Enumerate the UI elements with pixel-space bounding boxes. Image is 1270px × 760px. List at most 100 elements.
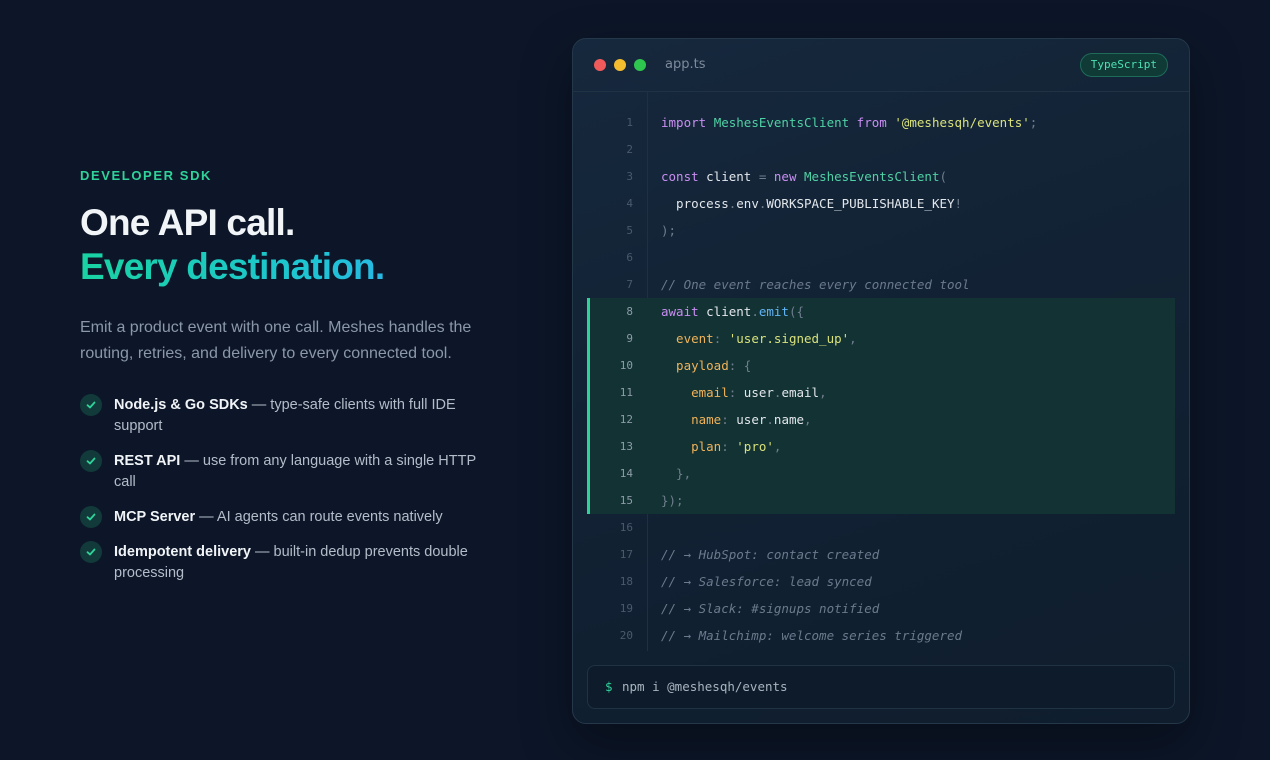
editor-titlebar: app.ts TypeScript	[573, 39, 1189, 92]
code-token: email	[661, 385, 729, 400]
code-text: const client = new MeshesEventsClient(	[661, 163, 947, 190]
code-line: 18 // → Salesforce: lead synced	[573, 568, 1189, 595]
code-token: const	[661, 169, 707, 184]
code-text: // → Slack: #signups notified	[661, 595, 879, 622]
line-number: 18	[619, 575, 633, 588]
code-text: email: user.email,	[661, 379, 827, 406]
line-number: 19	[619, 602, 633, 615]
code-token: ,	[819, 385, 827, 400]
code-token: // One event reaches every connected too…	[661, 277, 970, 292]
feature-item: Idempotent delivery — built-in dedup pre…	[80, 541, 510, 584]
check-icon	[80, 450, 102, 472]
line-number: 12	[619, 413, 633, 426]
install-command[interactable]: npm i @meshesqh/events	[622, 679, 788, 694]
feature-title: Idempotent delivery	[114, 544, 251, 560]
code-token: emit	[758, 304, 789, 319]
line-number: 8	[626, 305, 633, 318]
feature-title: Node.js & Go SDKs	[114, 397, 248, 413]
code-token: ,	[849, 331, 857, 346]
code-line: 7 // One event reaches every connected to…	[573, 271, 1189, 298]
code-token: env	[736, 196, 759, 211]
line-number: 6	[626, 251, 633, 264]
minimize-dot-icon[interactable]	[614, 59, 626, 71]
code-token: });	[661, 493, 684, 508]
hero-title: One API call. Every destination.	[80, 201, 510, 289]
code-token: user	[743, 385, 774, 400]
code-token: : {	[728, 358, 752, 373]
code-area: 1 import MeshesEventsClient from '@meshes…	[573, 109, 1189, 649]
code-token: plan	[661, 439, 722, 454]
hero-section: DEVELOPER SDK One API call. Every destin…	[80, 168, 510, 598]
code-text: // → Mailchimp: welcome series triggered	[661, 622, 962, 649]
code-token: );	[661, 223, 677, 238]
code-text: payload: {	[661, 352, 751, 379]
feature-list: Node.js & Go SDKs — type-safe clients wi…	[80, 394, 510, 584]
code-text: },	[661, 460, 691, 487]
line-number: 10	[619, 359, 633, 372]
line-number: 3	[626, 170, 633, 183]
line-number: 15	[619, 494, 633, 507]
code-token: client	[706, 304, 752, 319]
code-line: 14 },	[573, 460, 1189, 487]
code-line: 2	[573, 136, 1189, 163]
code-token: email	[781, 385, 820, 400]
code-line: 4 process.env.WORKSPACE_PUBLISHABLE_KEY!	[573, 190, 1189, 217]
code-text: name: user.name,	[661, 406, 812, 433]
hero-title-line1: One API call.	[80, 202, 295, 243]
hero-title-line2: Every destination.	[80, 245, 510, 289]
code-token: // → HubSpot: contact created	[661, 547, 880, 562]
line-number: 4	[626, 197, 633, 210]
line-number: 2	[626, 143, 633, 156]
code-token: new	[773, 169, 805, 184]
code-editor-window: app.ts TypeScript 1 import MeshesEventsCl…	[572, 38, 1190, 724]
code-token: 'pro'	[736, 439, 774, 454]
code-text: // One event reaches every connected too…	[661, 271, 970, 298]
code-token: MeshesEventsClient	[713, 115, 850, 130]
feature-item: MCP Server — AI agents can route events …	[80, 506, 510, 528]
code-token: WORKSPACE_PUBLISHABLE_KEY	[766, 196, 955, 211]
feature-text: Node.js & Go SDKs — type-safe clients wi…	[114, 395, 494, 437]
code-token: (	[939, 169, 948, 184]
maximize-dot-icon[interactable]	[634, 59, 646, 71]
code-token: ,	[804, 412, 812, 427]
code-token: // → Slack: #signups notified	[661, 601, 880, 616]
code-line: 19 // → Slack: #signups notified	[573, 595, 1189, 622]
code-line: 3 const client = new MeshesEventsClient(	[573, 163, 1189, 190]
code-token: // → Mailchimp: welcome series triggered	[661, 628, 963, 643]
code-text: // → HubSpot: contact created	[661, 541, 879, 568]
code-text: );	[661, 217, 676, 244]
line-number: 16	[619, 521, 633, 534]
code-text: plan: 'pro',	[661, 433, 781, 460]
code-token: payload	[661, 358, 729, 373]
code-token: from	[849, 115, 895, 130]
code-line: 16	[573, 514, 1189, 541]
terminal-prompt: $	[605, 679, 613, 694]
line-number: 14	[619, 467, 633, 480]
eyebrow-label: DEVELOPER SDK	[80, 168, 213, 183]
code-token: ;	[1029, 115, 1038, 130]
feature-title: REST API	[114, 453, 181, 469]
check-icon	[80, 394, 102, 416]
code-token: !	[954, 196, 963, 211]
terminal-command[interactable]: $ npm i @meshesqh/events	[587, 665, 1175, 709]
code-line: 6	[573, 244, 1189, 271]
code-line: 1 import MeshesEventsClient from '@meshes…	[573, 109, 1189, 136]
code-token: user	[736, 412, 767, 427]
code-token: process	[661, 196, 729, 211]
code-text: import MeshesEventsClient from '@meshesq…	[661, 109, 1037, 136]
code-line: 8 await client.emit({	[573, 298, 1189, 325]
line-number: 1	[626, 116, 633, 129]
code-token: .	[751, 304, 759, 319]
code-text: await client.emit({	[661, 298, 804, 325]
code-token: '@meshesqh/events'	[894, 115, 1030, 130]
close-dot-icon[interactable]	[594, 59, 606, 71]
code-token: import	[661, 115, 714, 130]
code-token: ({	[788, 304, 805, 319]
code-token: :	[721, 412, 737, 427]
code-line: 11 email: user.email,	[573, 379, 1189, 406]
feature-text: Idempotent delivery — built-in dedup pre…	[114, 542, 494, 584]
code-line: 13 plan: 'pro',	[573, 433, 1189, 460]
code-token: :	[713, 331, 729, 346]
code-token: MeshesEventsClient	[804, 169, 940, 184]
code-line: 5);	[573, 217, 1189, 244]
